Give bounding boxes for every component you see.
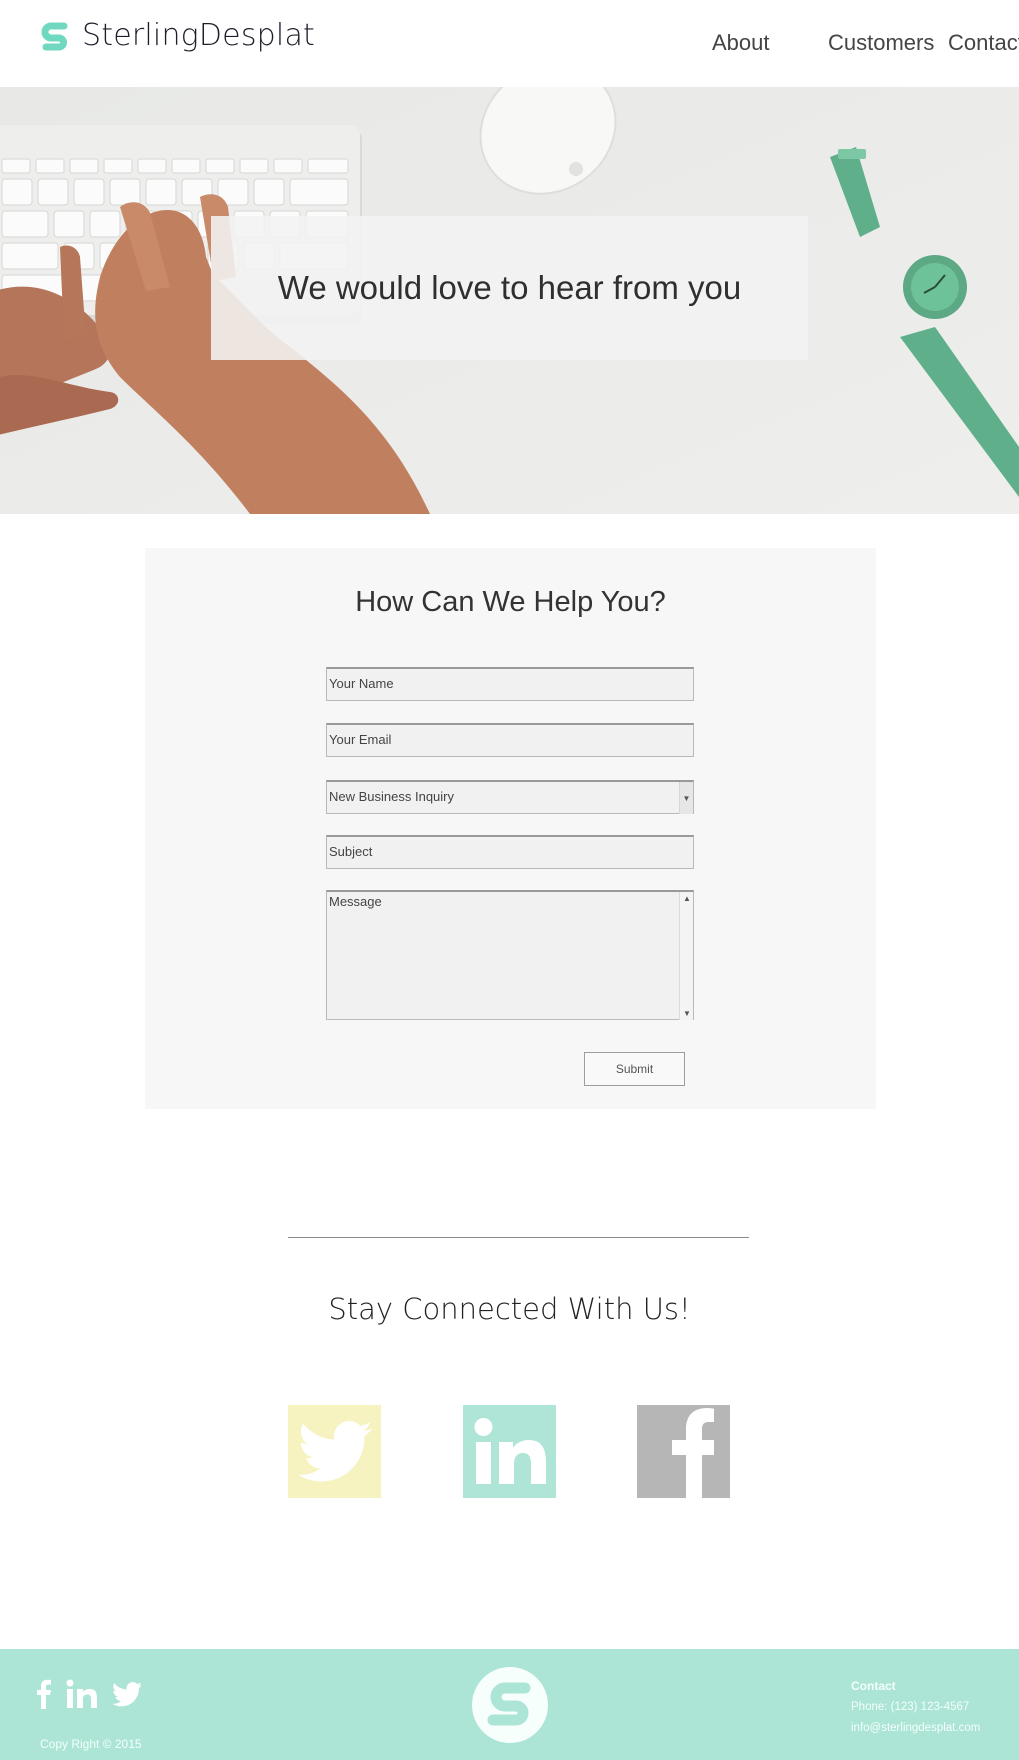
contact-email[interactable]: info@sterlingdesplat.com — [851, 1718, 980, 1739]
brand-name: SterlingDesplat — [82, 18, 315, 53]
footer-social-icons — [36, 1679, 156, 1709]
footer-twitter-link[interactable] — [112, 1681, 142, 1707]
hero-banner: We would love to hear from you — [0, 87, 1019, 514]
form-title: How Can We Help You? — [355, 586, 666, 618]
inquiry-select-value: New Business Inquiry — [329, 789, 454, 804]
site-header: SterlingDesplat About Customers Contact — [0, 0, 1019, 87]
facebook-icon — [37, 1679, 51, 1709]
linkedin-icon — [66, 1679, 97, 1708]
section-divider — [288, 1237, 749, 1238]
message-textarea[interactable]: Message ▲ ▼ — [326, 890, 694, 1020]
nav-about[interactable]: About — [712, 30, 770, 56]
hero-caption-box: We would love to hear from you — [211, 216, 808, 360]
facebook-tile[interactable] — [637, 1405, 730, 1498]
nav-contact[interactable]: Contact — [948, 30, 1019, 56]
footer-linkedin-link[interactable] — [66, 1679, 98, 1709]
contact-form-panel: How Can We Help You? Your Name Your Emai… — [145, 548, 876, 1109]
hero-title: We would love to hear from you — [277, 269, 742, 306]
site-footer: Copy Right © 2015 Contact Phone: (123) 1… — [0, 1649, 1019, 1760]
logo-icon — [41, 22, 68, 50]
scroll-down-icon[interactable]: ▼ — [683, 1009, 691, 1018]
brand-logo[interactable]: SterlingDesplat — [38, 18, 315, 53]
footer-facebook-link[interactable] — [36, 1679, 52, 1709]
main-nav: About Customers Contact — [599, 30, 1019, 60]
social-section-title: Stay Connected With Us! — [328, 1292, 691, 1326]
twitter-icon — [112, 1681, 142, 1706]
inquiry-select[interactable]: New Business Inquiry ▼ — [326, 780, 694, 814]
name-input[interactable]: Your Name — [326, 667, 694, 701]
twitter-icon — [297, 1420, 372, 1481]
copyright-text: Copy Right © 2015 — [40, 1737, 142, 1751]
contact-title: Contact — [851, 1679, 896, 1693]
linkedin-icon — [474, 1417, 546, 1484]
twitter-tile[interactable] — [288, 1405, 381, 1498]
facebook-icon — [671, 1408, 714, 1498]
contact-phone: Phone: (123) 123-4567 — [851, 1701, 970, 1713]
chevron-down-icon[interactable]: ▼ — [679, 782, 693, 814]
message-placeholder: Message — [329, 894, 382, 909]
footer-logo-icon[interactable] — [471, 1666, 549, 1744]
footer-contact: Contact Phone: (123) 123-4567 info@sterl… — [851, 1676, 980, 1739]
scroll-up-icon[interactable]: ▲ — [683, 894, 691, 903]
submit-button[interactable]: Submit — [584, 1052, 685, 1086]
email-input[interactable]: Your Email — [326, 723, 694, 757]
linkedin-tile[interactable] — [463, 1405, 556, 1498]
message-scrollbar[interactable]: ▲ ▼ — [679, 892, 693, 1020]
nav-customers[interactable]: Customers — [828, 30, 934, 56]
subject-input[interactable]: Subject — [326, 835, 694, 869]
